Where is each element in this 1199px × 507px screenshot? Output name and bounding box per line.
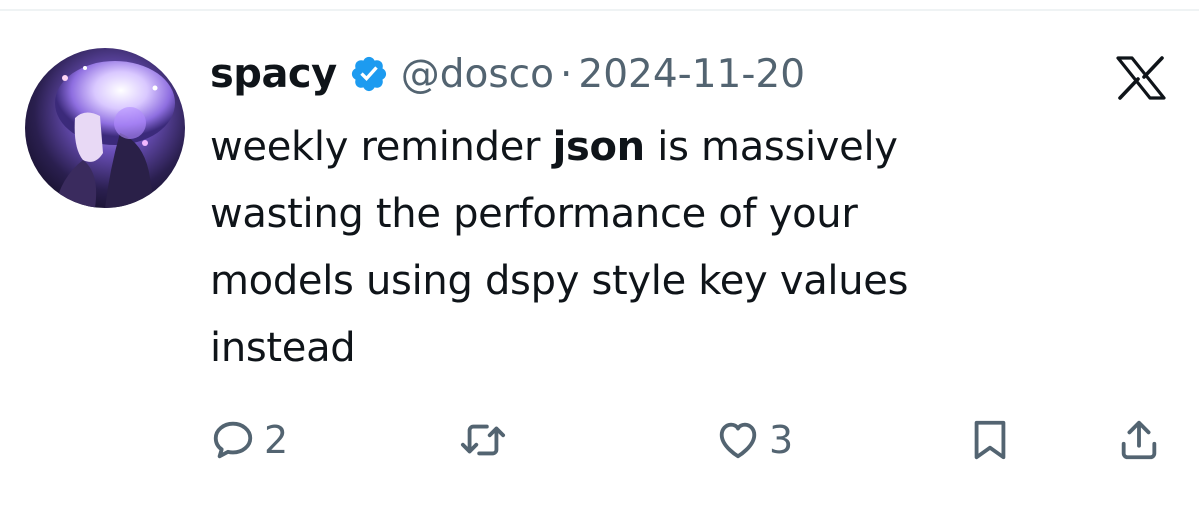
like-count: 3 (769, 418, 794, 462)
top-divider (0, 9, 1199, 11)
separator-dot: · (559, 51, 573, 97)
avatar[interactable] (25, 48, 185, 208)
bookmark-icon (974, 420, 1006, 460)
reply-icon (213, 421, 253, 459)
tweet-date[interactable]: 2024-11-20 (578, 52, 805, 97)
tweet-text-line-2: wasting the performance of your (210, 191, 858, 237)
action-bar: 2 3 (210, 414, 1170, 466)
bookmark-button[interactable] (967, 414, 1013, 466)
share-icon (1121, 420, 1157, 460)
user-handle[interactable]: @dosco (401, 52, 554, 97)
heart-icon (719, 422, 757, 459)
tweet-text-line-1: weekly reminder json is massively (210, 114, 1110, 181)
tweet-text-line-4: instead (210, 325, 356, 371)
reply-count: 2 (264, 418, 289, 462)
tweet-text-segment: weekly reminder (210, 124, 553, 170)
display-name[interactable]: spacy (210, 51, 337, 97)
x-logo-icon[interactable] (1115, 56, 1167, 100)
retweet-icon (460, 424, 506, 456)
reply-button[interactable]: 2 (210, 414, 288, 466)
tweet-text-bold-segment: json (552, 124, 646, 170)
tweet-text-line-3: models using dspy style key values (210, 258, 909, 304)
tweet-header: spacy @dosco · 2024-11-20 (210, 46, 805, 102)
verified-badge-icon (349, 54, 389, 94)
tweet-text: weekly reminder json is massively wastin… (210, 114, 1110, 382)
tweet-text-segment: is massively (644, 124, 898, 170)
retweet-button[interactable] (458, 414, 508, 466)
share-button[interactable] (1116, 414, 1162, 466)
like-button[interactable]: 3 (715, 414, 793, 466)
